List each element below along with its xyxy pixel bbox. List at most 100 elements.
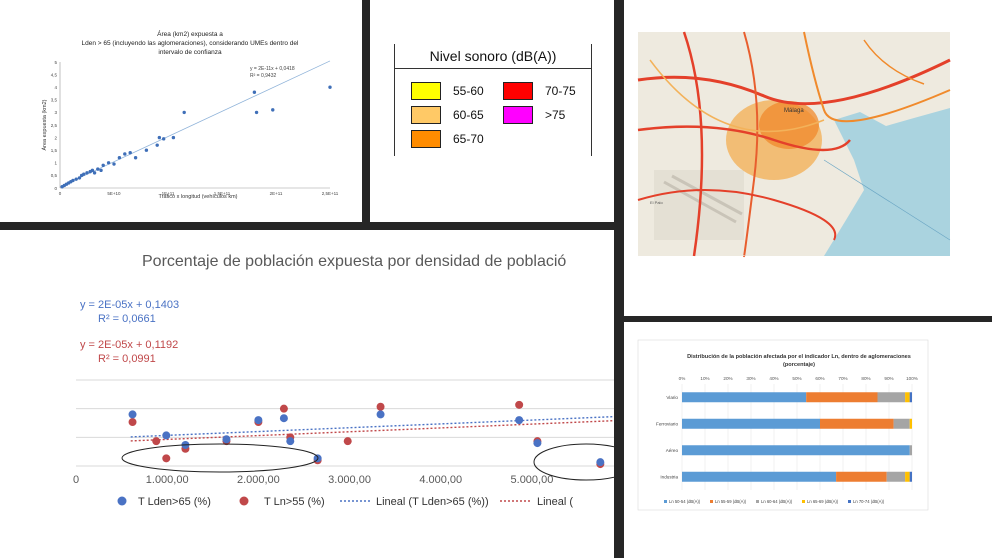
- x-tick-label: 4.000,00: [419, 474, 462, 486]
- chart-title: Porcentaje de población expuesta por den…: [142, 253, 566, 270]
- y-tick-label: 2,5: [51, 123, 58, 128]
- x-tick-label: 0%: [679, 376, 686, 381]
- bar-segment: [909, 471, 912, 482]
- trend-line: [59, 60, 331, 188]
- data-point: [133, 156, 138, 160]
- x-tick-label: 60%: [815, 376, 824, 381]
- y-tick-label: 4: [54, 85, 57, 90]
- x-tick-label: 0: [59, 191, 62, 196]
- x-axis-label: Tráfico x longitud (vehículos km): [159, 194, 238, 200]
- y-tick-label: 0,5: [51, 173, 58, 178]
- y-tick-label: 2: [54, 135, 57, 140]
- noise-map: Málaga El Palo: [637, 31, 951, 258]
- y-tick-label: 0: [54, 186, 57, 191]
- bar-segment: [820, 418, 894, 429]
- legend-label: Ln 55-59 (dB(A)): [715, 499, 747, 504]
- data-point-lden: [286, 437, 295, 446]
- legend-swatch-65-70: [411, 130, 441, 148]
- legend-title: Nivel sonoro (dB(A)): [429, 48, 557, 64]
- data-point: [101, 163, 105, 168]
- legend-swatch-60-65: [411, 106, 441, 124]
- x-tick-label: 2,5E+11: [322, 191, 339, 196]
- y-tick-label: 1: [54, 161, 57, 166]
- data-point-ln: [515, 400, 524, 409]
- x-tick-label: 40%: [769, 376, 778, 381]
- trend-r2-red: R² = 0,0991: [98, 353, 156, 365]
- chart-title-line: (porcentaje): [783, 362, 815, 368]
- legend-label: Ln 50-54 (dB(A)): [669, 499, 701, 504]
- bar-segment: [909, 445, 912, 456]
- data-point: [171, 135, 176, 140]
- data-point: [182, 110, 186, 115]
- bar-segment: [682, 445, 910, 456]
- data-point: [71, 178, 75, 183]
- data-point-ln: [152, 437, 161, 446]
- data-point: [99, 168, 103, 173]
- data-point-ln: [162, 454, 171, 463]
- category-label: Aéreo: [666, 448, 679, 453]
- noise-level-legend: Nivel sonoro (dB(A)) 55-60 70-75 60-65 >…: [394, 44, 592, 156]
- trend-r2: R² = 0,9432: [250, 73, 276, 79]
- legend-label: T Ln>55 (%): [264, 496, 325, 508]
- stacked-bar-chart: Distribución de la población afectada po…: [637, 339, 929, 511]
- bar-segment: [682, 392, 807, 403]
- data-point-lden: [279, 414, 288, 423]
- data-point: [85, 171, 89, 175]
- x-tick-label: 100%: [906, 376, 918, 381]
- data-point: [82, 172, 86, 176]
- x-tick-label: 3.000,00: [328, 474, 371, 486]
- category-label: Viario: [666, 395, 678, 400]
- y-tick-label: 1,5: [51, 148, 58, 153]
- data-point: [123, 152, 127, 156]
- x-tick-label: 70%: [838, 376, 847, 381]
- x-tick-label: 0: [73, 474, 79, 486]
- legend-divider: [395, 68, 591, 69]
- x-tick-label: 30%: [746, 376, 755, 381]
- x-tick-label: 1.000,00: [146, 474, 189, 486]
- data-point: [117, 156, 122, 160]
- bar-segment: [682, 418, 820, 429]
- map-place-label: El Palo: [650, 200, 663, 205]
- stacked-bar-panel: Distribución de la población afectada po…: [624, 322, 992, 558]
- legend-label: 60-65: [453, 108, 484, 122]
- bar-segment: [806, 392, 878, 403]
- legend-label: >75: [545, 108, 566, 122]
- trend-equation-red: y = 2E-05x + 0,1192: [80, 339, 178, 351]
- data-point: [157, 135, 162, 140]
- x-tick-label: 5E+10: [107, 191, 121, 196]
- chart-title-line: intervalo de confianza: [158, 49, 222, 56]
- data-point-ln: [376, 402, 385, 411]
- legend-label: Ln 60-64 (dB(A)): [761, 499, 793, 504]
- bar-segment: [682, 471, 837, 482]
- data-point: [96, 167, 100, 171]
- trend-equation-blue: y = 2E-05x + 0,1403: [80, 299, 179, 311]
- y-tick-label: 3,5: [51, 98, 58, 103]
- trend-r2-blue: R² = 0,0661: [98, 313, 156, 325]
- legend-marker-ln: [239, 496, 249, 506]
- bar-segment: [909, 418, 912, 429]
- data-point-ln: [128, 418, 137, 427]
- data-point: [112, 162, 116, 166]
- data-point: [128, 151, 132, 155]
- x-tick-label: 2E+11: [270, 191, 283, 196]
- y-tick-label: 5: [54, 60, 57, 65]
- category-label: Industria: [660, 475, 678, 480]
- data-point: [144, 148, 149, 152]
- density-scatter-panel: Porcentaje de población expuesta por den…: [0, 230, 614, 558]
- legend-label: T Lden>65 (%): [138, 496, 211, 508]
- legend-label: Ln 65-69 (dB(A)): [807, 499, 839, 504]
- data-point-lden: [222, 435, 231, 444]
- chart-title-line: Lden > 65 (incluyendo las aglomeraciones…: [82, 40, 300, 47]
- data-point: [92, 171, 97, 175]
- data-point: [252, 90, 257, 94]
- legend-swatch: [664, 500, 667, 503]
- data-point-lden: [162, 431, 171, 440]
- trend-equation: y = 2E-11x + 0,0418: [250, 66, 295, 72]
- x-tick-label: 90%: [884, 376, 893, 381]
- noise-map-panel: Málaga El Palo: [624, 0, 992, 316]
- data-point-ln: [279, 404, 288, 413]
- data-point-lden: [596, 458, 605, 467]
- y-tick-label: 3: [54, 110, 57, 115]
- highlight-ellipse: [121, 443, 319, 473]
- x-tick-label: 50%: [792, 376, 801, 381]
